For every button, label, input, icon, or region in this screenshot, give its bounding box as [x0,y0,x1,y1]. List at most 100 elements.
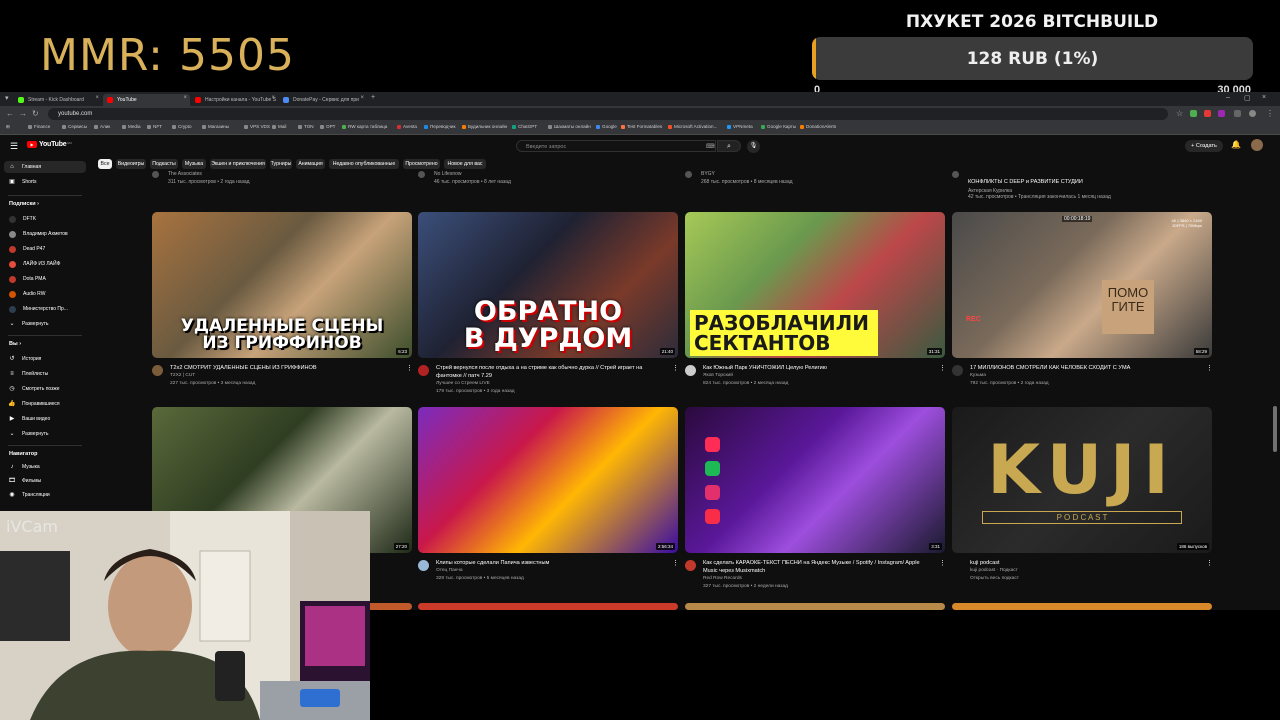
video-title-line2[interactable]: фантомке // патч 7.29 [436,372,674,380]
sidebar-item-nav[interactable]: ♪ Музыка [4,461,86,473]
bookmark-item[interactable]: Microsoft Activation... [668,124,717,129]
video-thumbnail[interactable]: KUJI P O D C A S T 186 выпусков [952,407,1212,553]
sidebar-item-you[interactable]: ▶ Ваши видео [4,413,86,425]
avatar[interactable] [1251,139,1263,151]
channel-avatar[interactable] [685,365,696,376]
more-options-icon[interactable]: ⋮ [939,364,946,372]
you-header[interactable]: Вы › [9,341,21,347]
close-window-icon[interactable]: × [1262,94,1266,101]
video-title[interactable]: 17 МИЛЛИОНОВ СМОТРЕЛИ КАК ЧЕЛОВЕК СХОДИТ… [970,364,1208,372]
channel-avatar[interactable] [418,560,429,571]
maximize-icon[interactable]: ▢ [1244,94,1251,102]
forward-icon[interactable]: → [19,109,27,118]
mic-icon[interactable]: 🎙 [747,140,760,153]
bookmark-item[interactable]: Media [122,124,141,129]
bookmark-item[interactable]: Переводчик [424,124,455,129]
reload-icon[interactable]: ↻ [32,109,39,118]
sidebar-item-subscription[interactable]: Владимир Ахметов [4,228,86,240]
tab-close-icon[interactable]: × [271,95,275,101]
video-thumbnail[interactable] [685,603,945,610]
video-title[interactable]: Стрей вернулся после отдыха а на стриме … [436,364,674,372]
minimize-icon[interactable]: – [1226,94,1230,101]
browser-tab[interactable]: Stream - Kick Dashboard × [14,94,102,106]
extension-icon[interactable] [1204,110,1211,117]
tab-close-icon[interactable]: × [360,95,364,101]
sidebar-item-subscription[interactable]: DFTK [4,213,86,225]
sidebar-item-nav[interactable]: ◉ Трансляции [4,489,86,501]
bookmark-item[interactable]: Crypto [172,124,192,129]
filter-chip[interactable]: Новое для вас [444,159,486,169]
url-field[interactable]: youtube.com [48,108,1168,120]
sidebar-item-subscription[interactable]: Dota PMA [4,273,86,285]
video-thumbnail[interactable]: УДАЛЕННЫЕ СЦЕНЫ ИЗ ГРИФФИНОВ 6:23 [152,212,412,358]
video-channel[interactable]: BYGY [701,171,715,177]
video-title[interactable]: Как сделать КАРАОКЕ-ТЕКСТ ПЕСНИ на Яндек… [703,559,941,567]
bookmark-item[interactable]: VPNmeta [727,124,753,129]
sidebar-item-you[interactable]: ◷ Смотреть позже [4,383,86,395]
extensions-puzzle-icon[interactable] [1234,110,1241,117]
bookmark-item[interactable]: Finance [28,124,50,129]
star-icon[interactable]: ☆ [1176,109,1183,118]
video-thumbnail[interactable]: РАЗОБЛАЧИЛИ СЕКТАНТОВ 31:31 [685,212,945,358]
scrollbar-thumb[interactable] [1273,406,1277,452]
bell-icon[interactable]: 🔔 [1231,140,1241,149]
menu-dots-icon[interactable]: ⋮ [1266,109,1274,118]
filter-chip[interactable]: Просмотрено [403,159,440,169]
channel-avatar[interactable] [418,365,429,376]
channel-avatar[interactable] [685,171,692,178]
bookmark-item[interactable]: ChatGPT [512,124,537,129]
sidebar-item-shorts[interactable]: ▣ Shorts [4,176,86,188]
more-options-icon[interactable]: ⋮ [672,559,679,567]
more-options-icon[interactable]: ⋮ [672,364,679,372]
youtube-logo[interactable]: ▶ YouTube RU [27,141,72,148]
more-options-icon[interactable]: ⋮ [406,364,413,372]
video-channel[interactable]: kuji podcast · Подкаст [970,568,1018,573]
video-channel[interactable]: Яков Торский [703,373,733,378]
bookmark-item[interactable]: Магазины [202,124,229,129]
bookmark-item[interactable]: Будильник онлайн [462,124,507,129]
video-title[interactable]: Как Южный Парк УНИЧТОЖИЛ Целую Религию [703,364,941,372]
bookmark-item[interactable]: VPS VDS [244,124,270,129]
sidebar-item-subscription[interactable]: ЛАЙФ ИЗ ЛАЙФ [4,258,86,270]
video-title[interactable]: T2x2 СМОТРИТ УДАЛЕННЫЕ СЦЕНЫ ИЗ ГРИФФИНО… [170,364,408,372]
more-options-icon[interactable]: ⋮ [939,559,946,567]
more-options-icon[interactable]: ⋮ [1206,364,1213,372]
video-channel[interactable]: Отец Панча [436,568,463,573]
filter-chip[interactable]: Турниры [270,159,292,169]
more-options-icon[interactable]: ⋮ [1206,559,1213,567]
sidebar-item-subscription[interactable]: ⌄ Развернуть [4,318,86,330]
bookmark-item[interactable]: DonationAlerts [800,124,836,129]
tab-search-icon[interactable]: ▾ [5,94,9,102]
bookmark-item[interactable]: Google Карты [761,124,796,129]
video-thumbnail[interactable] [418,603,678,610]
bookmark-item[interactable]: Алик [94,124,110,129]
new-tab-icon[interactable]: + [371,94,375,101]
subscriptions-header[interactable]: Подписки › [9,201,39,207]
video-channel[interactable]: Кузьма [970,373,986,378]
video-thumbnail[interactable]: ОБРАТНО В ДУРДОМ 21:40 [418,212,678,358]
sidebar-item-you[interactable]: ⌄ Развернуть [4,428,86,440]
filter-chip[interactable]: Видеоигры [116,159,146,169]
tab-close-icon[interactable]: × [95,95,99,101]
sidebar-item-you[interactable]: 👍 Понравившиеся [4,398,86,410]
search-button[interactable]: ⌕ [717,140,741,152]
video-thumbnail[interactable]: 3:31 [685,407,945,553]
video-thumbnail[interactable]: REC 00:00:18:19 4K | 3840 × 2160 30FPS | 7… [952,212,1212,358]
sidebar-item-you[interactable]: ≡ Плейлисты [4,368,86,380]
extension-icon[interactable] [1190,110,1197,117]
filter-chip[interactable]: Подкасты [150,159,178,169]
sidebar-item-home[interactable]: ⌂ Главная [4,161,86,173]
bookmark-item[interactable]: Mail [272,124,286,129]
sidebar-item-nav[interactable]: 🎞 Фильмы [4,475,86,487]
browser-tab[interactable]: Настройки канала - YouTube S × [191,94,278,106]
video-channel[interactable]: No Lifesnow [434,171,462,177]
filter-chip[interactable]: Экшен и приключения [210,159,266,169]
channel-avatar[interactable] [952,365,963,376]
profile-icon[interactable] [1249,110,1256,117]
sidebar-item-subscription[interactable]: Audio RW [4,288,86,300]
channel-avatar[interactable] [418,171,425,178]
video-channel[interactable]: T2X2 | CUT [170,373,195,378]
search-input[interactable]: Введите запрос [516,140,716,152]
extension-icon[interactable] [1218,110,1225,117]
sidebar-item-you[interactable]: ↺ История [4,353,86,365]
